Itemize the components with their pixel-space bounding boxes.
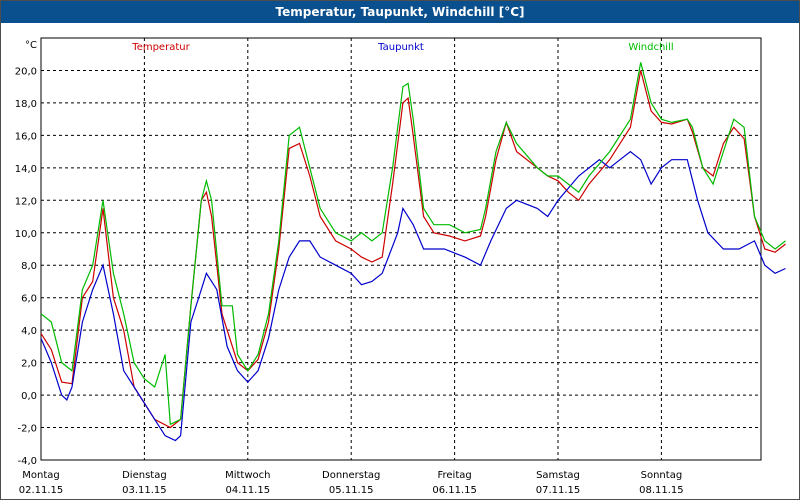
y-tick-label: 6,0 [21,294,37,305]
y-tick-label: 18,0 [15,99,37,110]
y-tick-label: 4,0 [21,326,37,337]
y-axis-label: °C [25,40,37,51]
y-tick-label: 2,0 [21,359,37,370]
x-tick-date: 07.11.15 [536,485,581,496]
x-tick-day: Mittwoch [225,470,270,481]
x-tick-date: 06.11.15 [432,485,477,496]
x-tick-day: Montag [22,470,59,481]
x-tick-date: 03.11.15 [122,485,167,496]
x-tick-day: Dienstag [122,470,167,481]
y-tick-label: 10,0 [15,229,37,240]
y-tick-label: 0,0 [21,391,37,402]
y-tick-label: -2,0 [17,424,37,435]
y-tick-label: -4,0 [17,456,37,467]
chart-plot: -4,0 -2,0 0,0 2,0 4,0 6,0 8,0 10,0 12,0 14,0 16,0 1… [15,37,786,496]
chart-window: Temperatur, Taupunkt, Windchill [°C] -4,… [0,0,800,500]
y-tick-label: 8,0 [21,261,37,272]
x-tick-day: Samstag [536,470,580,481]
legend-temperatur: Temperatur [131,42,190,53]
y-tick-label: 16,0 [15,131,37,142]
x-tick-date: 08.11.15 [639,485,684,496]
x-tick-day: Sonntag [641,470,683,481]
legend-windchill: Windchill [628,42,673,53]
chart-title: Temperatur, Taupunkt, Windchill [°C] [1,1,799,23]
x-tick-date: 05.11.15 [329,485,374,496]
x-tick-day: Donnerstag [322,470,380,481]
y-tick-label: 14,0 [15,164,37,175]
x-tick-day: Freitag [437,470,471,481]
y-tick-label: 20,0 [15,66,37,77]
legend-taupunkt: Taupunkt [377,42,424,53]
y-tick-label: 12,0 [15,196,37,207]
x-tick-date: 02.11.15 [19,485,64,496]
x-tick-date: 04.11.15 [226,485,271,496]
